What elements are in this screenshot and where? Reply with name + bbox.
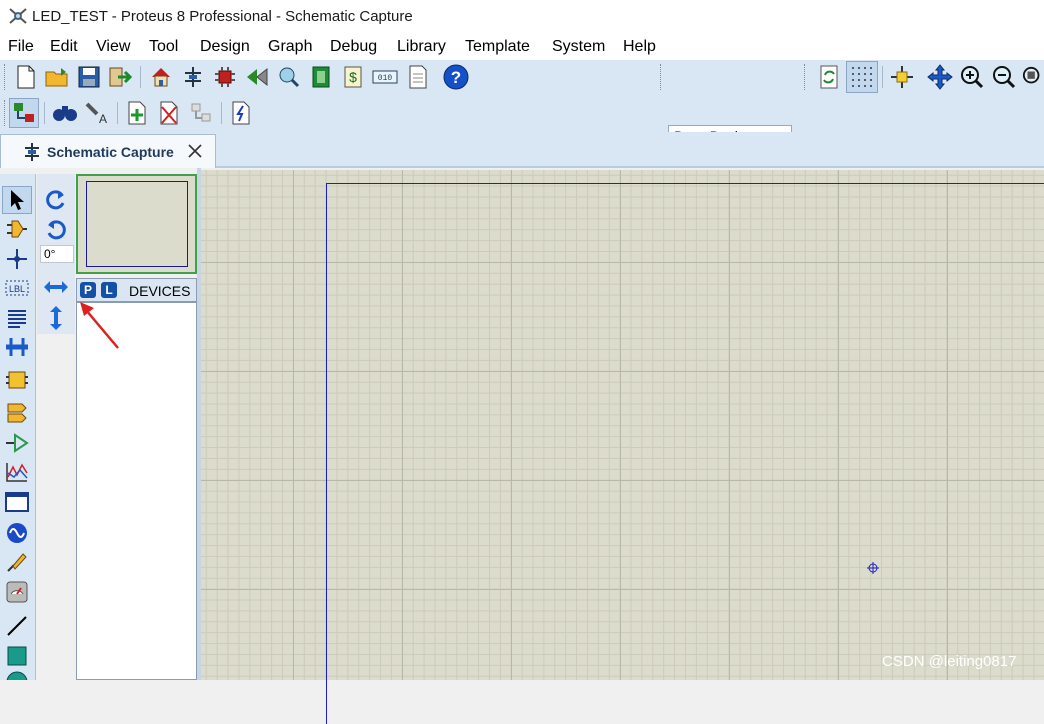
gerber-viewer-icon[interactable] bbox=[307, 63, 335, 91]
menu-edit[interactable]: Edit bbox=[50, 38, 78, 56]
origin-marker-icon bbox=[867, 561, 879, 579]
component-mode-icon[interactable] bbox=[2, 215, 32, 243]
circle-mode-icon[interactable] bbox=[2, 670, 32, 680]
subcircuit-mode-icon[interactable] bbox=[2, 366, 32, 394]
junction-dot-mode-icon[interactable] bbox=[2, 245, 32, 273]
svg-text:LBL: LBL bbox=[9, 284, 25, 294]
menu-design[interactable]: Design bbox=[200, 38, 250, 56]
menu-tool[interactable]: Tool bbox=[149, 38, 178, 56]
simulation-icon[interactable] bbox=[243, 63, 271, 91]
svg-text:$: $ bbox=[349, 69, 357, 85]
open-folder-icon[interactable] bbox=[43, 63, 71, 91]
menu-template[interactable]: Template bbox=[465, 38, 530, 56]
toolbar-grip[interactable] bbox=[660, 64, 664, 90]
toolbar-grip[interactable] bbox=[4, 100, 8, 126]
toolbar-grip[interactable] bbox=[804, 64, 808, 90]
graph-mode-icon[interactable] bbox=[2, 458, 32, 486]
rotate-clockwise-icon[interactable] bbox=[41, 186, 71, 214]
schematic-icon bbox=[23, 142, 41, 167]
svg-text:A: A bbox=[99, 112, 107, 125]
false-origin-icon[interactable] bbox=[888, 63, 916, 91]
text-script-mode-icon[interactable] bbox=[2, 304, 32, 332]
help-icon[interactable]: ? bbox=[442, 63, 470, 91]
zoom-out-icon[interactable] bbox=[990, 63, 1018, 91]
tab-schematic-capture[interactable]: Schematic Capture bbox=[0, 134, 216, 168]
generator-mode-icon[interactable] bbox=[2, 519, 32, 547]
window-title: LED_TEST - Proteus 8 Professional - Sche… bbox=[32, 8, 413, 25]
zoom-in-icon[interactable] bbox=[958, 63, 986, 91]
rotate-anticlockwise-icon[interactable] bbox=[41, 216, 71, 244]
menu-view[interactable]: View bbox=[96, 38, 130, 56]
menu-system[interactable]: System bbox=[552, 38, 605, 56]
menu-file[interactable]: File bbox=[8, 38, 34, 56]
device-pins-mode-icon[interactable] bbox=[2, 429, 32, 457]
schematic-canvas[interactable] bbox=[201, 170, 1044, 724]
toggle-grid-icon[interactable] bbox=[846, 61, 878, 93]
zoom-all-icon[interactable] bbox=[1022, 63, 1044, 91]
devices-list[interactable] bbox=[76, 302, 197, 680]
save-icon[interactable] bbox=[75, 63, 103, 91]
mode-toolbar: LBL bbox=[0, 174, 36, 680]
electrical-rule-check-icon[interactable] bbox=[227, 99, 255, 127]
title-bar: LED_TEST - Proteus 8 Professional - Sche… bbox=[0, 0, 1044, 34]
design-notes-icon[interactable] bbox=[404, 63, 432, 91]
devices-label: DEVICES bbox=[129, 283, 191, 299]
toolbar-separator bbox=[882, 66, 883, 88]
import-icon[interactable] bbox=[106, 63, 134, 91]
toolbar-grip[interactable] bbox=[4, 64, 8, 90]
pcb-layout-icon[interactable] bbox=[211, 63, 239, 91]
document-tab-strip: Schematic Capture bbox=[0, 132, 1044, 168]
proteus-app-icon bbox=[8, 6, 28, 26]
bill-of-materials-icon[interactable]: $ bbox=[339, 63, 367, 91]
new-file-icon[interactable] bbox=[12, 63, 40, 91]
exit-to-parent-sheet-icon[interactable] bbox=[187, 99, 215, 127]
home-icon[interactable] bbox=[147, 63, 175, 91]
source-code-icon[interactable]: 010 bbox=[371, 63, 399, 91]
svg-text:010: 010 bbox=[378, 74, 393, 83]
menu-graph[interactable]: Graph bbox=[268, 38, 312, 56]
selection-mode-icon[interactable] bbox=[2, 186, 32, 214]
menu-bar: File Edit View Tool Design Graph Debug L… bbox=[0, 34, 1044, 60]
rotation-angle-value: 0° bbox=[44, 247, 56, 261]
wire-label-mode-icon[interactable]: LBL bbox=[2, 274, 32, 302]
tab-label: Schematic Capture bbox=[47, 144, 174, 160]
active-popup-mode-icon[interactable] bbox=[2, 488, 32, 516]
schematic-capture-icon[interactable] bbox=[179, 63, 207, 91]
overview-sheet-outline bbox=[86, 181, 188, 267]
virtual-instruments-mode-icon[interactable] bbox=[2, 578, 32, 606]
toolbar-area: $ 010 ? A bbox=[0, 60, 1044, 147]
menu-library[interactable]: Library bbox=[397, 38, 446, 56]
close-tab-icon[interactable] bbox=[187, 143, 203, 164]
terminals-mode-icon[interactable] bbox=[2, 399, 32, 427]
pan-icon[interactable] bbox=[926, 63, 954, 91]
3d-viewer-icon[interactable] bbox=[275, 63, 303, 91]
box-mode-icon[interactable] bbox=[2, 642, 32, 670]
property-assignment-tool-icon[interactable]: A bbox=[83, 99, 111, 127]
toolbar-separator bbox=[221, 102, 222, 124]
mirror-horizontal-icon[interactable] bbox=[41, 273, 71, 301]
overview-window[interactable] bbox=[76, 174, 197, 274]
menu-help[interactable]: Help bbox=[623, 38, 656, 56]
design-explorer-icon[interactable] bbox=[9, 98, 39, 128]
probe-mode-icon[interactable] bbox=[2, 548, 32, 576]
watermark: CSDN @leiting0817 bbox=[882, 653, 1017, 670]
remove-sheet-icon[interactable] bbox=[155, 99, 183, 127]
search-parts-icon[interactable] bbox=[51, 99, 79, 127]
refresh-icon[interactable] bbox=[815, 63, 843, 91]
sheet-border bbox=[326, 183, 1044, 724]
rotation-angle-field[interactable]: 0° bbox=[40, 245, 74, 263]
menu-debug[interactable]: Debug bbox=[330, 38, 377, 56]
line-mode-icon[interactable] bbox=[2, 612, 32, 640]
toolbar-separator bbox=[117, 102, 118, 124]
toolbar-separator bbox=[44, 102, 45, 124]
annotation-arrow-icon bbox=[74, 296, 124, 357]
new-sheet-icon[interactable] bbox=[123, 99, 151, 127]
svg-text:?: ? bbox=[451, 68, 461, 87]
toolbar-separator bbox=[140, 66, 141, 88]
mirror-vertical-icon[interactable] bbox=[41, 304, 71, 332]
buses-mode-icon[interactable] bbox=[2, 333, 32, 361]
